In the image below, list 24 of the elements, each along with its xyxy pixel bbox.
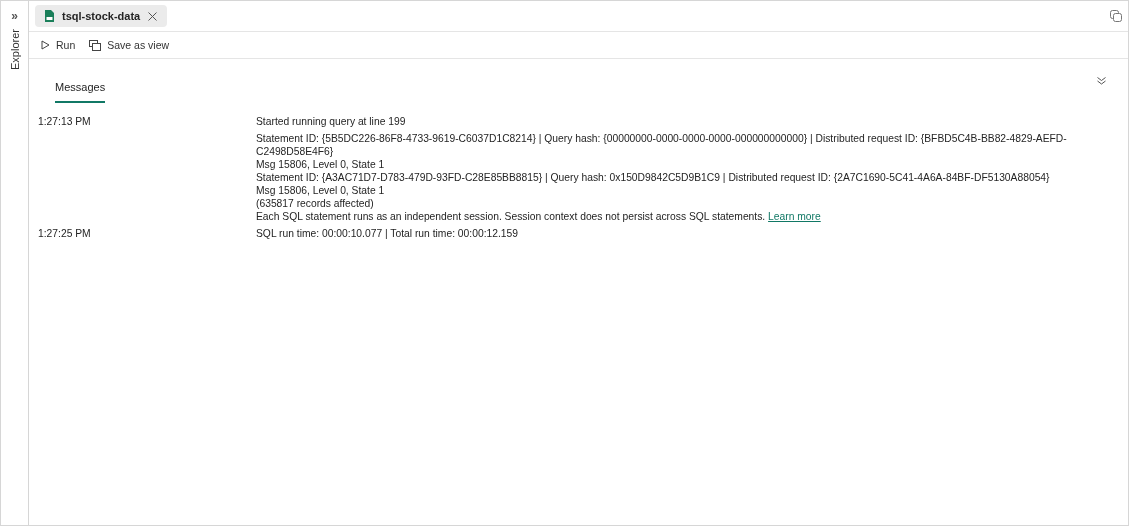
- run-button[interactable]: Run: [41, 39, 76, 51]
- windows-icon: [89, 39, 102, 51]
- play-icon: [41, 40, 50, 50]
- messages-tab[interactable]: Messages: [55, 81, 106, 103]
- tab-title: tsql-stock-data: [62, 10, 141, 22]
- message-text: (635817 records affected): [256, 197, 375, 210]
- file-icon: [45, 10, 54, 22]
- message-text: Started running query at line 199: [256, 115, 407, 128]
- file-tab[interactable]: tsql-stock-data: [35, 5, 168, 27]
- message-text: Statement ID: {5B5DC226-86F8-4733-9619-C6037D1C8214} | Query hash: {00000000-0000-0000-0000-000000000000} | Distributed request ID: {BFBD5C4B-BB82-4829-AEFD-C2498D58E4F6}: [256, 132, 1068, 158]
- message-time: 1:27:25 PM: [38, 227, 92, 241]
- message-text: Msg 15806, Level 0, State 1: [256, 158, 386, 171]
- close-icon[interactable]: [148, 11, 158, 21]
- message-text: Each SQL statement runs as an independent session. Session context does not persist across SQL statements. Learn more: [256, 210, 822, 223]
- expand-icon[interactable]: »: [11, 9, 18, 23]
- message-text: Statement ID: {A3AC71D7-D783-479D-93FD-C28E85BB8815} | Query hash: 0x150D9842C5D9B1C9 | Distributed request ID: {2A7C1690-5C41-4A6A-84BF-DF5130A88054}: [256, 171, 1051, 184]
- explorer-label[interactable]: Explorer: [8, 29, 21, 70]
- save-as-view-button[interactable]: Save as view: [89, 39, 170, 51]
- message-text: SQL run time: 00:00:10.077 | Total run time: 00:00:12.159: [256, 227, 519, 240]
- message-time: 1:27:13 PM: [38, 115, 92, 129]
- copy-icon[interactable]: [1110, 10, 1122, 22]
- message-text: Msg 15806, Level 0, State 1: [256, 184, 386, 197]
- double-chevron-icon[interactable]: [1097, 77, 1106, 85]
- learn-more-link[interactable]: Learn more: [768, 211, 821, 222]
